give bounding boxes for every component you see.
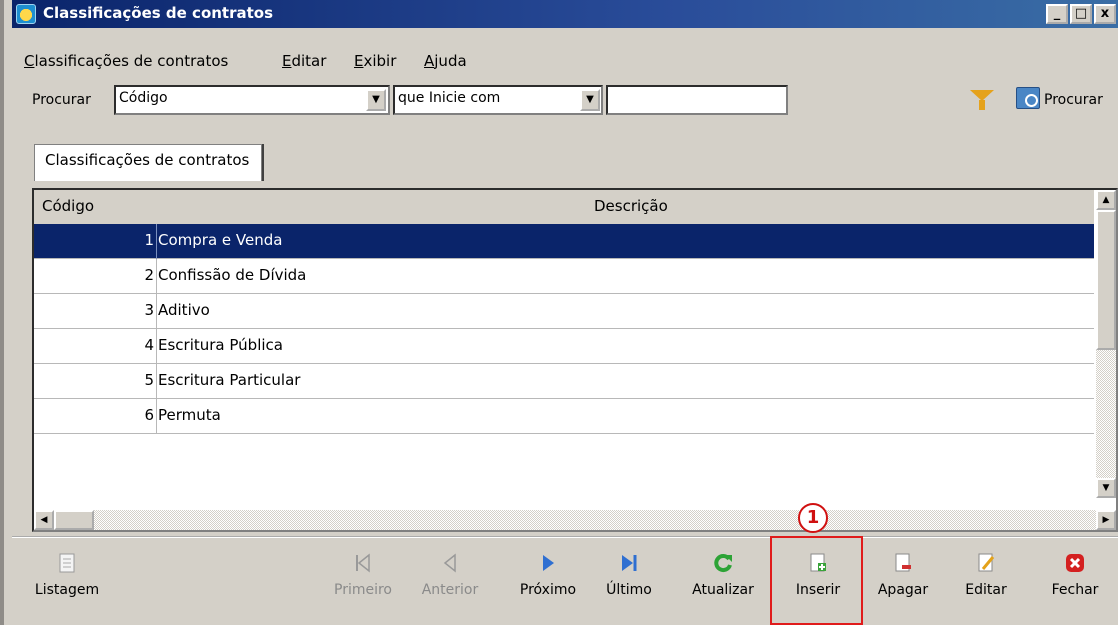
scroll-left-icon[interactable]: ◀ bbox=[34, 510, 54, 530]
filter-icon[interactable] bbox=[970, 90, 994, 110]
cell-description: Aditivo bbox=[158, 301, 210, 319]
cell-divider bbox=[156, 294, 157, 329]
cell-divider bbox=[156, 399, 157, 434]
maximize-button[interactable]: □ bbox=[1070, 4, 1092, 24]
scroll-up-icon[interactable]: ▲ bbox=[1096, 190, 1116, 210]
table-row[interactable]: 2 Confissão de Dívida bbox=[34, 259, 1094, 294]
menu-bar: Classificações de contratos Editar Exibi… bbox=[12, 28, 1118, 82]
fechar-label: Fechar bbox=[1051, 582, 1099, 598]
ultimo-button[interactable]: Último bbox=[598, 548, 660, 618]
search-input[interactable] bbox=[606, 85, 788, 115]
table-header: Código Descrição bbox=[34, 190, 1094, 224]
cell-description: Escritura Particular bbox=[158, 371, 301, 389]
edit-document-icon bbox=[978, 553, 995, 572]
cell-description: Permuta bbox=[158, 406, 221, 424]
data-grid: Código Descrição 1 Compra e Venda 2 Conf… bbox=[32, 188, 1118, 532]
cell-code: 1 bbox=[144, 231, 154, 249]
scroll-right-icon[interactable]: ▶ bbox=[1096, 510, 1116, 530]
step-marker: 1 bbox=[798, 503, 828, 533]
scroll-down-icon[interactable]: ▼ bbox=[1096, 478, 1116, 498]
close-button[interactable]: x bbox=[1094, 4, 1116, 24]
primeiro-button[interactable]: Primeiro bbox=[328, 548, 398, 618]
search-field-dropdown-icon[interactable]: ▼ bbox=[366, 89, 386, 111]
atualizar-button[interactable]: Atualizar bbox=[682, 548, 764, 618]
vertical-scrollbar[interactable]: ▲ ▼ bbox=[1096, 190, 1116, 498]
search-field-select[interactable]: Código bbox=[114, 85, 390, 115]
cell-code: 4 bbox=[144, 336, 154, 354]
search-bar: Procurar Código ▼ que Inicie com ▼ Procu… bbox=[12, 82, 1118, 118]
table-row[interactable]: 4 Escritura Pública bbox=[34, 329, 1094, 364]
window-title: Classificações de contratos bbox=[43, 4, 274, 22]
fechar-button[interactable]: Fechar bbox=[1042, 548, 1108, 618]
document-list-icon bbox=[59, 553, 75, 573]
minimize-button[interactable]: _ bbox=[1046, 4, 1068, 24]
apagar-button[interactable]: Apagar bbox=[868, 548, 938, 618]
column-header-codigo[interactable]: Código bbox=[42, 197, 94, 215]
cell-divider bbox=[156, 364, 157, 399]
cell-description: Escritura Pública bbox=[158, 336, 283, 354]
app-icon bbox=[16, 4, 36, 24]
menu-exibir[interactable]: Exibir bbox=[354, 52, 396, 70]
horizontal-scrollbar[interactable]: ◀ ▶ bbox=[34, 510, 1116, 530]
listagem-button[interactable]: Listagem bbox=[22, 548, 112, 618]
next-record-icon bbox=[543, 555, 554, 571]
proximo-label: Próximo bbox=[519, 582, 577, 598]
tab-panel: Classificações de contratos Código Descr… bbox=[12, 128, 1118, 536]
title-bar[interactable]: Classificações de contratos _ □ x bbox=[12, 0, 1118, 28]
delete-document-icon bbox=[895, 553, 911, 572]
cell-description: Compra e Venda bbox=[158, 231, 283, 249]
search-button[interactable]: Procurar bbox=[1044, 92, 1103, 108]
cell-code: 5 bbox=[144, 371, 154, 389]
search-field-value: Código bbox=[119, 90, 168, 106]
first-record-icon bbox=[356, 553, 370, 573]
proximo-button[interactable]: Próximo bbox=[508, 548, 588, 618]
atualizar-label: Atualizar bbox=[692, 582, 754, 598]
listagem-label: Listagem bbox=[34, 582, 100, 598]
close-icon bbox=[1066, 554, 1084, 572]
editar-button[interactable]: Editar bbox=[956, 548, 1016, 618]
editar-label: Editar bbox=[965, 582, 1007, 598]
window: Classificações de contratos _ □ x Classi… bbox=[0, 0, 1118, 625]
column-header-descricao[interactable]: Descrição bbox=[594, 197, 668, 215]
menu-editar[interactable]: Editar bbox=[282, 52, 326, 70]
vertical-scroll-thumb[interactable] bbox=[1096, 210, 1116, 350]
previous-record-icon bbox=[443, 553, 456, 573]
cell-divider bbox=[156, 329, 157, 364]
table-row[interactable]: 5 Escritura Particular bbox=[34, 364, 1094, 399]
cell-code: 3 bbox=[144, 301, 154, 319]
cell-divider bbox=[156, 224, 157, 259]
search-condition-dropdown-icon[interactable]: ▼ bbox=[580, 89, 600, 111]
cell-description: Confissão de Dívida bbox=[158, 266, 307, 284]
cell-code: 6 bbox=[144, 406, 154, 424]
last-record-icon bbox=[622, 555, 637, 571]
tab-classificacoes[interactable]: Classificações de contratos bbox=[34, 144, 263, 181]
refresh-icon bbox=[714, 554, 732, 573]
bottom-toolbar: Listagem Primeiro Anterior Próximo Últim… bbox=[12, 536, 1118, 625]
search-label: Procurar bbox=[32, 92, 91, 108]
search-condition-select[interactable]: que Inicie com bbox=[393, 85, 603, 115]
ultimo-label: Último bbox=[606, 582, 652, 598]
table-row[interactable]: 1 Compra e Venda bbox=[34, 224, 1094, 259]
apagar-label: Apagar bbox=[877, 582, 929, 598]
inserir-highlight-box bbox=[770, 536, 863, 625]
horizontal-scroll-thumb[interactable] bbox=[54, 510, 94, 530]
menu-ajuda[interactable]: Ajuda bbox=[424, 52, 467, 70]
cell-code: 2 bbox=[144, 266, 154, 284]
search-condition-value: que Inicie com bbox=[398, 90, 501, 106]
menu-classificacoes[interactable]: Classificações de contratos bbox=[24, 52, 228, 70]
anterior-label: Anterior bbox=[421, 582, 479, 598]
anterior-button[interactable]: Anterior bbox=[410, 548, 490, 618]
search-icon[interactable] bbox=[1016, 87, 1040, 109]
table-row[interactable]: 6 Permuta bbox=[34, 399, 1094, 434]
table-row[interactable]: 3 Aditivo bbox=[34, 294, 1094, 329]
cell-divider bbox=[156, 259, 157, 294]
primeiro-label: Primeiro bbox=[334, 582, 392, 598]
